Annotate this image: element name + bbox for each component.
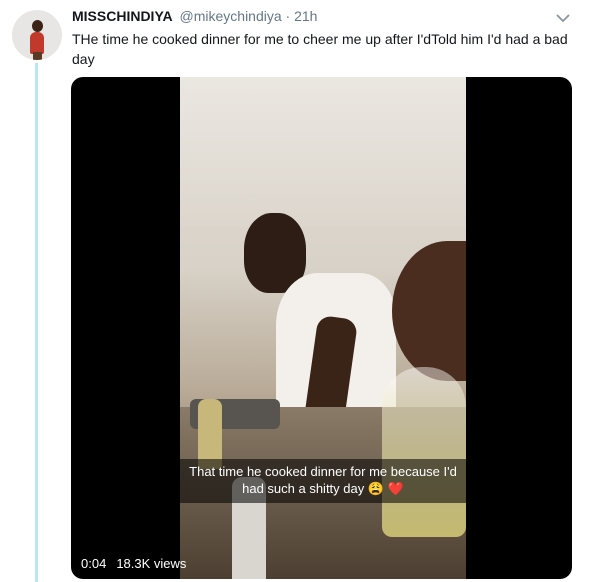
video-player[interactable]: That time he cooked dinner for me becaus… (71, 77, 572, 579)
tweet-header: MISSCHINDIYA @mikeychindiya · 21h (72, 8, 317, 28)
weary-face-emoji-icon: 😩 (367, 481, 385, 496)
video-view-count: 18.3K views (116, 556, 187, 571)
display-name[interactable]: MISSCHINDIYA (72, 8, 173, 24)
avatar-figure-dress (30, 32, 44, 54)
avatar[interactable] (12, 10, 62, 60)
scene-cabinet (180, 77, 466, 227)
separator-dot: · (285, 8, 291, 24)
video-caption: That time he cooked dinner for me becaus… (180, 459, 466, 503)
caption-text: That time he cooked dinner for me becaus… (189, 464, 457, 496)
tweet-timestamp[interactable]: 21h (294, 8, 317, 24)
scene-wine-glass (382, 367, 466, 537)
thread-connector-line (35, 63, 38, 582)
user-handle[interactable]: @mikeychindiya (180, 8, 282, 24)
video-frame: That time he cooked dinner for me becaus… (180, 77, 466, 579)
video-stats: 0:04 18.3K views (81, 556, 186, 571)
avatar-figure-legs (33, 52, 42, 60)
tweet-text: THe time he cooked dinner for me to chee… (72, 31, 568, 67)
chevron-down-icon[interactable] (554, 12, 572, 24)
red-heart-emoji-icon: ❤️ (387, 481, 404, 496)
video-duration: 0:04 (81, 556, 107, 571)
avatar-figure-head (32, 20, 43, 32)
scene-woman-face (392, 241, 466, 381)
